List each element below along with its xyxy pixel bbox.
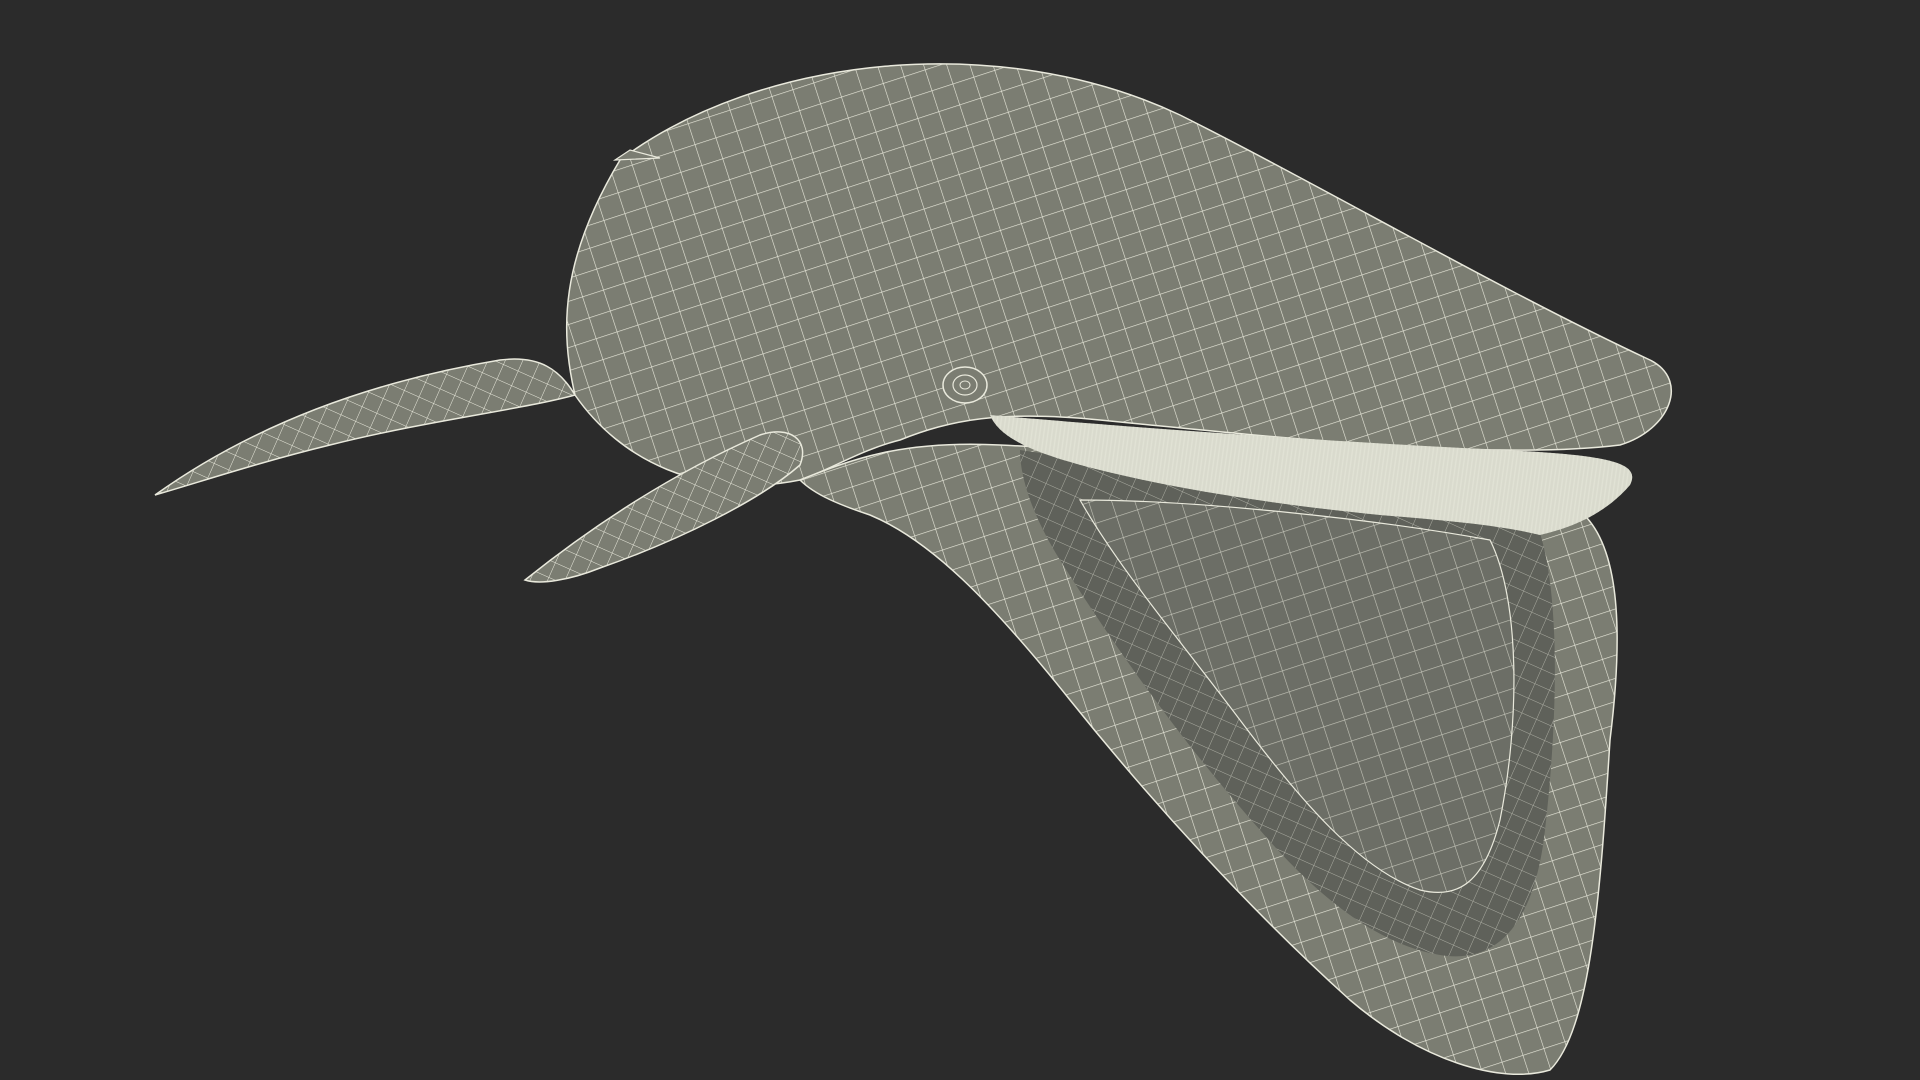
eye	[942, 366, 988, 404]
tail-fluke	[154, 358, 577, 496]
whale-body	[565, 63, 1672, 486]
whale-wireframe-model	[154, 63, 1672, 1076]
render-viewport	[0, 0, 1920, 1080]
